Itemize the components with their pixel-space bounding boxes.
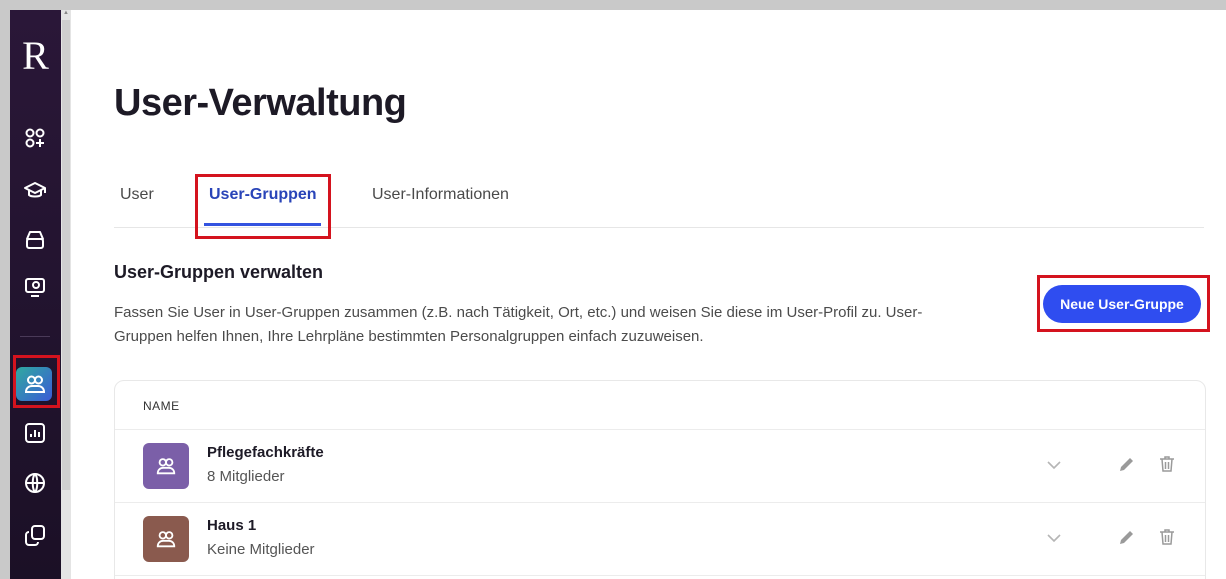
users-icon bbox=[156, 458, 176, 475]
apps-plus-icon[interactable] bbox=[21, 124, 49, 152]
scroll-up-icon[interactable]: ▲ bbox=[63, 10, 69, 16]
description-line-1: Fassen Sie User in User-Gruppen zusammen… bbox=[114, 304, 923, 321]
row-divider bbox=[115, 575, 1205, 576]
scrollbar-thumb[interactable] bbox=[62, 20, 70, 490]
section-title: User-Gruppen verwalten bbox=[114, 262, 324, 282]
column-header-name[interactable]: NAME bbox=[143, 399, 180, 413]
stack-icon[interactable] bbox=[21, 226, 49, 254]
edit-icon[interactable] bbox=[1117, 454, 1137, 474]
tab-user-informationen[interactable]: User-Informationen bbox=[372, 186, 509, 204]
sidebar-divider bbox=[20, 336, 50, 337]
logo[interactable]: R bbox=[10, 34, 61, 78]
chart-icon[interactable] bbox=[21, 419, 49, 447]
table-row[interactable]: Haus 1 Keine Mitglieder bbox=[115, 503, 1205, 576]
edit-icon[interactable] bbox=[1117, 527, 1137, 547]
table-row[interactable]: Pflegefachkräfte 8 Mitglieder bbox=[115, 430, 1205, 503]
graduation-cap-icon[interactable] bbox=[21, 177, 49, 205]
monitor-user-icon[interactable] bbox=[21, 273, 49, 301]
group-name: Pflegefachkräfte bbox=[207, 444, 324, 461]
section-description: Fassen Sie User in User-Gruppen zusammen… bbox=[114, 301, 1014, 349]
sidebar: R bbox=[10, 10, 61, 579]
highlight-box-button bbox=[1037, 275, 1210, 332]
globe-icon[interactable] bbox=[21, 469, 49, 497]
scrollbar[interactable]: ▲ bbox=[61, 10, 71, 579]
trash-icon[interactable] bbox=[1157, 527, 1177, 547]
app-window: R ▲ User-Verwaltung User User-Gruppen Us… bbox=[10, 10, 1226, 579]
user-groups-table: NAME Pflegefachkräfte 8 Mitglieder Haus … bbox=[114, 380, 1206, 579]
trash-icon[interactable] bbox=[1157, 454, 1177, 474]
chevron-down-icon[interactable] bbox=[1045, 529, 1063, 547]
users-icon bbox=[156, 531, 176, 548]
tab-user[interactable]: User bbox=[120, 186, 154, 204]
group-member-count: Keine Mitglieder bbox=[207, 541, 315, 558]
chevron-down-icon[interactable] bbox=[1045, 456, 1063, 474]
group-avatar bbox=[143, 443, 189, 489]
highlight-box-sidebar bbox=[13, 355, 60, 408]
highlight-box-tab bbox=[195, 174, 331, 239]
description-line-2: Gruppen helfen Ihnen, Ihre Lehrpläne bes… bbox=[114, 328, 704, 345]
copy-icon[interactable] bbox=[21, 521, 49, 549]
group-name: Haus 1 bbox=[207, 517, 257, 534]
page-title: User-Verwaltung bbox=[114, 82, 407, 124]
group-member-count: 8 Mitglieder bbox=[207, 468, 285, 485]
group-avatar bbox=[143, 516, 189, 562]
